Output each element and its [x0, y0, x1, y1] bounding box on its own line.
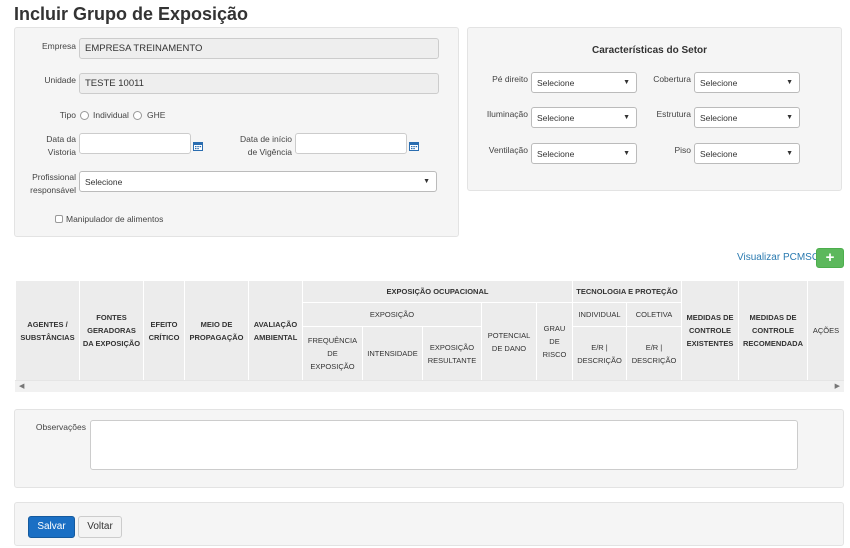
col-exposicao: EXPOSIÇÃO	[302, 302, 482, 327]
estrutura-select[interactable]: Selecione ▼	[694, 107, 800, 128]
observacoes-textarea[interactable]	[90, 420, 798, 470]
chevron-down-icon: ▼	[623, 79, 630, 86]
salvar-button[interactable]: Salvar	[28, 516, 75, 538]
tipo-ghe-label: GHE	[147, 110, 166, 120]
col-efeito: EFEITO CRÍTICO	[143, 280, 185, 381]
pe-direito-select[interactable]: Selecione ▼	[531, 72, 637, 93]
col-avaliacao: AVALIAÇÃO AMBIENTAL	[248, 280, 303, 381]
col-fontes: FONTES GERADORAS DA EXPOSIÇÃO	[79, 280, 144, 381]
data-inicio-label-1: Data de início	[240, 134, 292, 144]
empresa-label: Empresa	[41, 41, 76, 51]
setor-label-piso: Piso	[674, 145, 691, 155]
pe-direito-value: Selecione	[537, 78, 575, 88]
col-acoes: AÇÕES	[807, 280, 845, 381]
calendar-icon[interactable]	[193, 141, 203, 151]
data-inicio-label-2: de Vigência	[247, 147, 292, 157]
calendar-icon[interactable]	[409, 141, 419, 151]
piso-select[interactable]: Selecione ▼	[694, 143, 800, 164]
actions-panel	[14, 502, 844, 546]
col-meio: MEIO DE PROPAGAÇÃO	[184, 280, 249, 381]
col-coletiva: COLETIVA	[626, 302, 682, 327]
exposicao-table: AGENTES / SUBSTÂNCIAS FONTES GERADORAS D…	[15, 280, 845, 381]
unidade-label: Unidade	[44, 75, 76, 85]
tipo-individual-label: Individual	[93, 110, 129, 120]
col-individual: INDIVIDUAL	[572, 302, 627, 327]
col-potencial: POTENCIAL DE DANO	[481, 302, 537, 381]
col-grau: GRAU DE RISCO	[536, 302, 573, 381]
data-inicio-input[interactable]	[295, 133, 407, 154]
data-vistoria-input[interactable]	[79, 133, 191, 154]
chevron-down-icon: ▼	[623, 114, 630, 121]
setor-label-iluminacao: Iluminação	[486, 109, 528, 119]
chevron-down-icon: ▼	[786, 79, 793, 86]
setor-title: Características do Setor	[592, 45, 708, 56]
cobertura-value: Selecione	[700, 78, 738, 88]
scroll-right-icon[interactable]: ▶	[835, 382, 840, 390]
scroll-left-icon[interactable]: ◀	[19, 382, 24, 390]
cobertura-select[interactable]: Selecione ▼	[694, 72, 800, 93]
observacoes-label: Observações	[35, 422, 86, 432]
col-medidas-recomendada: MEDIDAS DE CONTROLE RECOMENDADA	[738, 280, 808, 381]
tipo-ghe-radio[interactable]	[133, 111, 142, 120]
iluminacao-select[interactable]: Selecione ▼	[531, 107, 637, 128]
data-vistoria-label-1: Data da	[46, 134, 76, 144]
profissional-select-value: Selecione	[85, 177, 123, 187]
voltar-button[interactable]: Voltar	[78, 516, 122, 538]
chevron-down-icon: ▼	[786, 114, 793, 121]
page-title: Incluir Grupo de Exposição	[14, 4, 249, 24]
col-medidas-existentes: MEDIDAS DE CONTROLE EXISTENTES	[681, 280, 739, 381]
setor-label-ventilacao: Ventilação	[488, 145, 528, 155]
chevron-down-icon: ▼	[623, 150, 630, 157]
table-scrollbar[interactable]: ◀ ▶	[15, 380, 844, 392]
col-intensidade: INTENSIDADE	[362, 326, 423, 381]
setor-label-cobertura: Cobertura	[653, 74, 691, 84]
ventilacao-value: Selecione	[537, 149, 575, 159]
col-individual-er: E/R | DESCRIÇÃO	[572, 326, 627, 381]
col-agentes: AGENTES / SUBSTÂNCIAS	[15, 280, 80, 381]
manipulador-checkbox[interactable]	[55, 215, 63, 223]
ventilacao-select[interactable]: Selecione ▼	[531, 143, 637, 164]
unidade-field[interactable]: TESTE 10011	[79, 73, 439, 94]
data-vistoria-label-2: Vistoria	[47, 147, 76, 157]
col-tecnologia: TECNOLOGIA E PROTEÇÃO	[572, 280, 682, 303]
col-exposicao-ocupacional: EXPOSIÇÃO OCUPACIONAL	[302, 280, 573, 303]
col-frequencia: FREQUÊNCIA DE EXPOSIÇÃO	[302, 326, 363, 381]
iluminacao-value: Selecione	[537, 113, 575, 123]
profissional-select[interactable]: Selecione ▼	[79, 171, 437, 192]
estrutura-value: Selecione	[700, 113, 738, 123]
manipulador-label: Manipulador de alimentos	[66, 214, 164, 224]
chevron-down-icon: ▼	[423, 178, 430, 185]
tipo-individual-radio[interactable]	[80, 111, 89, 120]
setor-label-estrutura: Estrutura	[656, 109, 692, 119]
piso-value: Selecione	[700, 149, 738, 159]
add-button[interactable]: +	[816, 248, 844, 268]
empresa-field[interactable]: EMPRESA TREINAMENTO	[79, 38, 439, 59]
tipo-label: Tipo	[59, 110, 76, 120]
profissional-label-1: Profissional	[32, 172, 76, 182]
chevron-down-icon: ▼	[786, 150, 793, 157]
col-coletiva-er: E/R | DESCRIÇÃO	[626, 326, 682, 381]
visualizar-pcmso-link[interactable]: Visualizar PCMSO	[737, 252, 820, 263]
col-exposicao-resultante: EXPOSIÇÃO RESULTANTE	[422, 326, 482, 381]
setor-label-pe-direito: Pé direito	[492, 74, 528, 84]
profissional-label-2: responsável	[30, 185, 76, 195]
